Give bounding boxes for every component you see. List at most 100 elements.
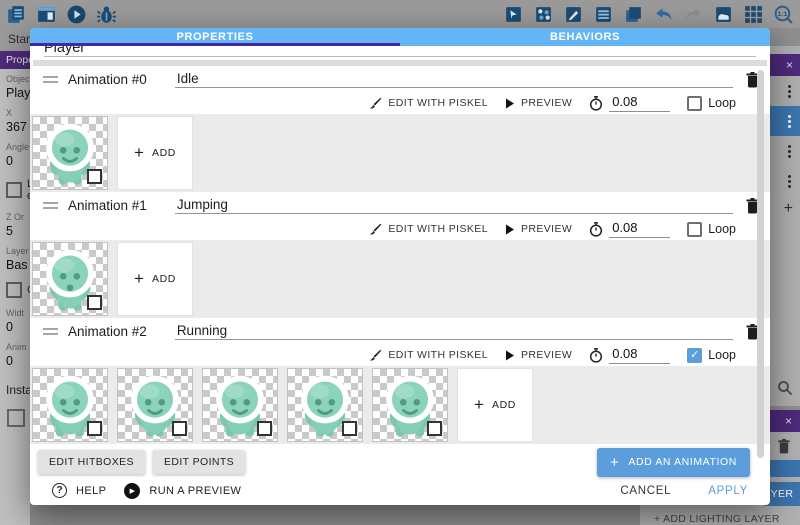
- checkbox[interactable]: [6, 282, 22, 298]
- object-row[interactable]: [770, 76, 800, 106]
- debug-icon[interactable]: [96, 4, 117, 25]
- animation-frame[interactable]: [117, 368, 193, 442]
- objects-list-icon[interactable]: [593, 4, 614, 25]
- pencil-tool-icon[interactable]: [563, 4, 584, 25]
- instances-section-label: Instan: [0, 383, 30, 397]
- checkbox[interactable]: [6, 182, 22, 198]
- sidebar-field[interactable]: Widt0: [0, 303, 30, 337]
- time-between-frames[interactable]: 0.08: [589, 220, 670, 238]
- drag-handle-icon[interactable]: [43, 73, 58, 86]
- apply-button[interactable]: APPLY: [708, 485, 748, 497]
- more-options-icon[interactable]: [788, 143, 791, 160]
- edit-points-tool-icon[interactable]: [533, 4, 554, 25]
- loop-toggle[interactable]: ✓ Loop: [687, 348, 736, 363]
- sidebar-field[interactable]: ObjecPlay: [0, 69, 30, 103]
- preview-animation-button[interactable]: PREVIEW: [505, 223, 572, 235]
- animation-frame[interactable]: [202, 368, 278, 442]
- sidebar-field[interactable]: Z Or5: [0, 207, 30, 241]
- loop-toggle[interactable]: Loop: [687, 96, 736, 111]
- sidebar-checkbox-row[interactable]: C: [0, 275, 30, 303]
- search-icon[interactable]: [777, 380, 793, 396]
- add-lighting-layer-button[interactable]: + ADD LIGHTING LAYER: [654, 513, 780, 525]
- drag-handle-icon[interactable]: [43, 199, 58, 212]
- animation-name-input[interactable]: Running: [175, 323, 733, 340]
- scene-tab[interactable]: Start S: [0, 28, 30, 51]
- plus-icon: +: [134, 143, 144, 163]
- object-row[interactable]: [770, 166, 800, 196]
- cancel-button[interactable]: CANCEL: [620, 485, 671, 497]
- edit-with-piskel-button[interactable]: EDIT WITH PISKEL: [369, 223, 488, 236]
- sidebar-field[interactable]: X367: [0, 103, 30, 137]
- tab-behaviors[interactable]: BEHAVIORS: [400, 28, 770, 46]
- loop-checkbox[interactable]: [687, 96, 702, 111]
- object-name-field[interactable]: Player: [44, 46, 756, 57]
- sidebar-field[interactable]: LayerBas: [0, 241, 30, 275]
- more-options-icon[interactable]: [788, 113, 791, 130]
- animation-frame[interactable]: [32, 368, 108, 442]
- more-options-icon[interactable]: [788, 173, 791, 190]
- zoom-1-1-icon[interactable]: 1:1: [773, 4, 794, 25]
- loop-checkbox[interactable]: ✓: [687, 348, 702, 363]
- drag-handle-icon[interactable]: [43, 325, 58, 338]
- loop-toggle[interactable]: Loop: [687, 222, 736, 237]
- animation-frame[interactable]: [287, 368, 363, 442]
- add-frame-button[interactable]: +ADD: [117, 116, 193, 190]
- edit-with-piskel-button[interactable]: EDIT WITH PISKEL: [369, 349, 488, 362]
- sidebar-checkbox-row[interactable]: Le: [0, 171, 30, 207]
- add-animation-button[interactable]: + ADD AN ANIMATION: [597, 448, 750, 477]
- edit-with-piskel-button[interactable]: EDIT WITH PISKEL: [369, 97, 488, 110]
- add-frame-button[interactable]: +ADD: [457, 368, 533, 442]
- edit-points-button[interactable]: EDIT POINTS: [153, 450, 245, 474]
- animation-name-input[interactable]: Jumping: [175, 197, 733, 214]
- object-row[interactable]: [770, 136, 800, 166]
- add-object-icon[interactable]: +: [770, 196, 800, 218]
- close-icon[interactable]: ×: [785, 414, 792, 428]
- preview-animation-button[interactable]: PREVIEW: [505, 349, 572, 361]
- frame-checkbox[interactable]: [342, 421, 357, 436]
- animation-frame[interactable]: [372, 368, 448, 442]
- preview-animation-button[interactable]: PREVIEW: [505, 97, 572, 109]
- layer-row-selected[interactable]: [766, 460, 800, 477]
- frame-checkbox[interactable]: [427, 421, 442, 436]
- loop-checkbox[interactable]: [687, 222, 702, 237]
- frame-checkbox[interactable]: [87, 295, 102, 310]
- more-options-icon[interactable]: [788, 83, 791, 100]
- object-name-value: Player: [44, 46, 756, 56]
- undo-icon[interactable]: [653, 4, 674, 25]
- time-between-frames[interactable]: 0.08: [589, 94, 670, 112]
- redo-icon[interactable]: [683, 4, 704, 25]
- delete-layer-icon[interactable]: [777, 438, 791, 454]
- help-icon[interactable]: ?: [52, 483, 67, 498]
- time-value-input[interactable]: 0.08: [609, 94, 670, 112]
- time-value-input[interactable]: 0.08: [609, 346, 670, 364]
- scene-list-icon[interactable]: [6, 4, 27, 25]
- frame-checkbox[interactable]: [172, 421, 187, 436]
- close-icon[interactable]: ×: [786, 58, 793, 72]
- animation-title: Animation #1: [68, 198, 147, 213]
- animation-frame[interactable]: [32, 116, 108, 190]
- instance-tool-icon[interactable]: [7, 409, 25, 427]
- grid-icon[interactable]: [743, 4, 764, 25]
- instances-list-icon[interactable]: [623, 4, 644, 25]
- animation-frame[interactable]: [32, 242, 108, 316]
- frame-checkbox[interactable]: [87, 421, 102, 436]
- run-preview-button[interactable]: RUN A PREVIEW: [149, 485, 241, 497]
- frame-checkbox[interactable]: [87, 169, 102, 184]
- time-between-frames[interactable]: 0.08: [589, 346, 670, 364]
- animation-name-input[interactable]: Idle: [175, 71, 733, 88]
- project-manager-icon[interactable]: [36, 4, 57, 25]
- add-frame-button[interactable]: +ADD: [117, 242, 193, 316]
- sidebar-field[interactable]: Anim0: [0, 337, 30, 371]
- plus-icon: +: [610, 454, 619, 471]
- run-preview-icon[interactable]: ▶: [124, 483, 140, 499]
- edit-hitboxes-button[interactable]: EDIT HITBOXES: [38, 450, 145, 474]
- help-button[interactable]: HELP: [76, 485, 106, 497]
- object-row-selected[interactable]: [770, 106, 800, 136]
- play-preview-icon[interactable]: [66, 4, 87, 25]
- time-value-input[interactable]: 0.08: [609, 220, 670, 238]
- dialog-scrollbar[interactable]: [757, 70, 764, 458]
- sidebar-field[interactable]: Angle0: [0, 137, 30, 171]
- frame-checkbox[interactable]: [257, 421, 272, 436]
- select-tool-icon[interactable]: [503, 4, 524, 25]
- mask-icon[interactable]: [713, 4, 734, 25]
